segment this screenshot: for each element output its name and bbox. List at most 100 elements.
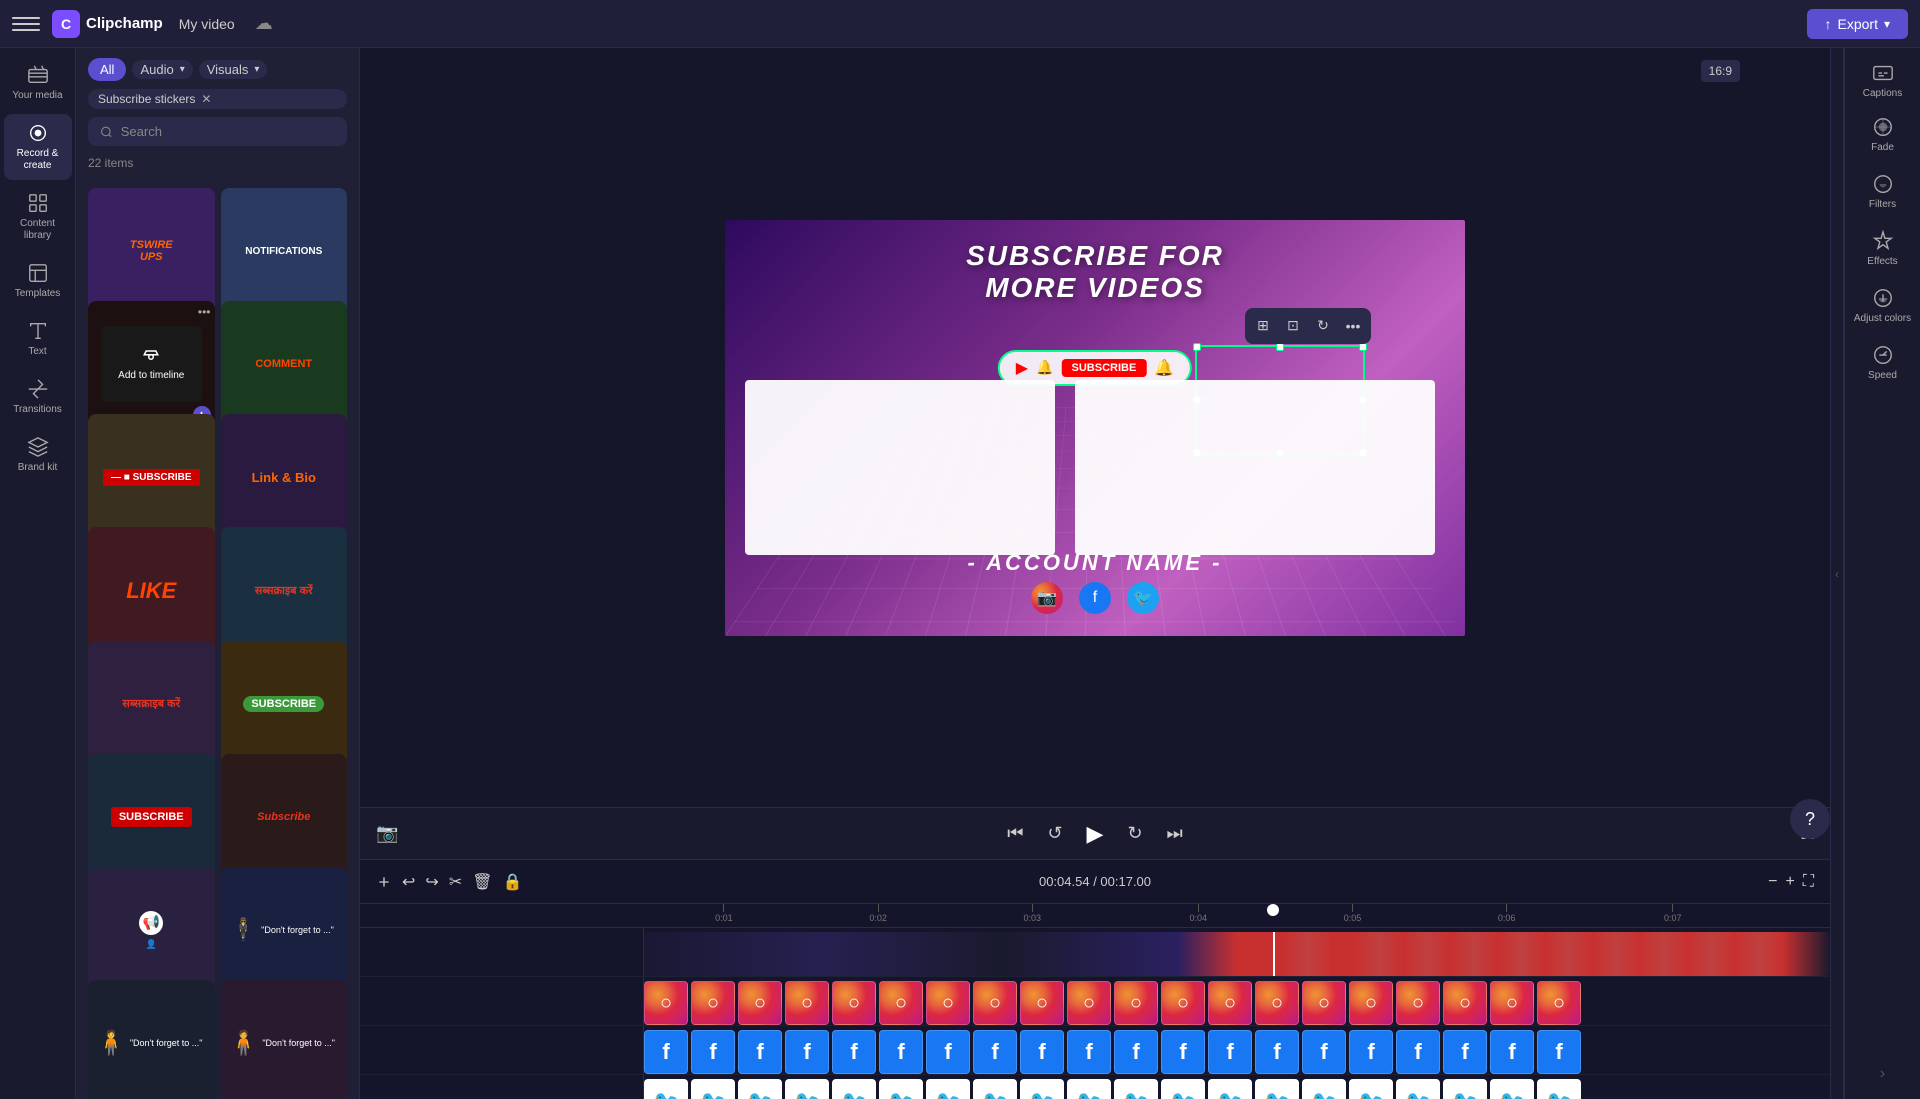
search-input[interactable] bbox=[121, 124, 335, 139]
rewind-5s-button[interactable]: ↺ bbox=[1047, 823, 1062, 844]
track-facebook-icon: f bbox=[1020, 1030, 1064, 1074]
zoom-out-button[interactable]: − bbox=[1768, 873, 1777, 891]
left-panel: All Audio ▾ Visuals ▾ Subscribe stickers… bbox=[76, 48, 360, 1099]
sticker-item[interactable]: LIKE bbox=[88, 527, 215, 654]
sidebar-item-brand-kit[interactable]: Brand kit bbox=[4, 428, 72, 482]
sticker-item[interactable]: COMMENT bbox=[221, 301, 348, 428]
more-options-button[interactable]: ••• bbox=[1339, 312, 1367, 340]
sidebar-item-content-library[interactable]: Contentlibrary bbox=[4, 184, 72, 250]
track-content-video[interactable] bbox=[644, 928, 1830, 976]
filters-label: Filters bbox=[1869, 199, 1896, 210]
white-panel-left bbox=[745, 380, 1055, 555]
filter-all[interactable]: All bbox=[88, 58, 126, 81]
cut-button[interactable]: ✂ bbox=[449, 872, 462, 892]
lock-button[interactable]: 🔒 bbox=[503, 872, 523, 892]
track-twitter-icon: 🐦 bbox=[1020, 1079, 1064, 1099]
track-facebook-icon: f bbox=[973, 1030, 1017, 1074]
speed-icon bbox=[1872, 344, 1894, 366]
forward-5s-button[interactable]: ↻ bbox=[1127, 823, 1142, 844]
skip-forward-button[interactable]: ⏭ bbox=[1167, 823, 1183, 844]
track-content-instagram[interactable]: ○ ○ ○ ○ ○ ○ ○ ○ ○ ○ ○ ○ ○ bbox=[644, 977, 1830, 1025]
video-preview-container: 16:9 SUBSCRIBE FOR MORE VIDEOS ▶ 🔔 SUBSC… bbox=[360, 48, 1830, 807]
sidebar-item-your-media[interactable]: Your media bbox=[4, 56, 72, 110]
ruler-mark-07: 0:07 bbox=[1664, 904, 1682, 923]
crop-button[interactable]: ⊞ bbox=[1249, 312, 1277, 340]
undo-button[interactable]: ↩ bbox=[402, 872, 415, 892]
track-content-facebook[interactable]: f f f f f f f f f f f f f bbox=[644, 1026, 1830, 1074]
white-panel-right bbox=[1075, 380, 1435, 555]
track-facebook-icon: f bbox=[1396, 1030, 1440, 1074]
track-facebook-icon: f bbox=[832, 1030, 876, 1074]
adjust-colors-panel-item[interactable]: Adjust colors bbox=[1849, 279, 1917, 332]
zoom-in-button[interactable]: + bbox=[1785, 873, 1794, 891]
track-twitter-icon: 🐦 bbox=[879, 1079, 923, 1099]
delete-button[interactable]: 🗑 bbox=[472, 872, 492, 892]
sticker-item[interactable]: Subscribe bbox=[221, 754, 348, 881]
playhead-marker[interactable] bbox=[1267, 904, 1279, 916]
sticker-item[interactable]: 🧍 "Don't forget to ..." bbox=[88, 980, 215, 1099]
sticker-item[interactable]: Add to timeline ••• + bbox=[88, 301, 215, 428]
loop-button[interactable]: ↻ bbox=[1309, 312, 1337, 340]
sidebar-item-record-create[interactable]: Record &create bbox=[4, 114, 72, 180]
hamburger-menu[interactable] bbox=[12, 10, 40, 38]
filters-panel-item[interactable]: Filters bbox=[1849, 165, 1917, 218]
track-twitter-icon: 🐦 bbox=[1161, 1079, 1205, 1099]
track-label-facebook bbox=[360, 1026, 644, 1074]
add-media-button[interactable] bbox=[376, 874, 392, 890]
video-title[interactable]: My video bbox=[179, 16, 235, 32]
redo-button[interactable]: ↪ bbox=[425, 872, 438, 892]
track-instagram-icon: ○ bbox=[644, 981, 688, 1025]
sticker-item[interactable]: Link & Bio bbox=[221, 414, 348, 541]
bell-icon: 🔔 bbox=[1036, 359, 1053, 376]
panel-collapse-handle[interactable]: ‹ bbox=[1830, 48, 1844, 1099]
aspect-ratio-button[interactable]: 16:9 bbox=[1701, 60, 1740, 82]
sticker-item[interactable]: 📢 👤 bbox=[88, 867, 215, 994]
filter-visuals[interactable]: Visuals ▾ bbox=[199, 60, 268, 79]
preview-button[interactable]: ⊡ bbox=[1279, 312, 1307, 340]
track-instagram-icon: ○ bbox=[973, 981, 1017, 1025]
sticker-item[interactable]: — ■ SUBSCRIBE bbox=[88, 414, 215, 541]
track-facebook-icon: f bbox=[738, 1030, 782, 1074]
sidebar-item-text[interactable]: Text bbox=[4, 312, 72, 366]
instagram-track-bar[interactable]: ○ ○ ○ ○ ○ ○ ○ ○ ○ ○ ○ ○ ○ bbox=[644, 981, 1830, 1025]
fit-to-screen-button[interactable]: ⛶ bbox=[1803, 873, 1814, 891]
facebook-track-bar[interactable]: f f f f f f f f f f f f f bbox=[644, 1030, 1830, 1074]
video-track-bar[interactable] bbox=[644, 932, 1830, 976]
sticker-item[interactable]: NOTIFICATIONS + bbox=[221, 188, 348, 315]
right-panel-collapse[interactable]: › bbox=[1880, 1065, 1885, 1083]
filter-audio[interactable]: Audio ▾ bbox=[132, 60, 192, 79]
help-button[interactable]: ? bbox=[1790, 799, 1830, 839]
track-content-twitter[interactable]: 🐦 🐦 🐦 🐦 🐦 🐦 🐦 🐦 🐦 🐦 🐦 🐦 bbox=[644, 1075, 1830, 1099]
sidebar-item-transitions[interactable]: Transitions bbox=[4, 370, 72, 424]
sidebar-label-templates: Templates bbox=[15, 288, 61, 300]
sticker-item[interactable]: tSWIREUPS bbox=[88, 188, 215, 315]
subscribe-button[interactable]: SUBSCRIBE bbox=[1062, 359, 1147, 377]
effects-panel-item[interactable]: Effects bbox=[1849, 222, 1917, 275]
export-button[interactable]: ↑ Export ▾ bbox=[1807, 9, 1909, 39]
resize-handle-tr[interactable] bbox=[1359, 343, 1367, 351]
track-facebook-icon: f bbox=[879, 1030, 923, 1074]
resize-handle-tm[interactable] bbox=[1276, 343, 1284, 351]
badge-close-button[interactable]: ✕ bbox=[201, 92, 211, 106]
camera-button[interactable]: 📷 bbox=[376, 823, 398, 844]
track-twitter-icon: 🐦 bbox=[1067, 1079, 1111, 1099]
sticker-item[interactable]: SUBSCRIBE bbox=[88, 754, 215, 881]
resize-handle-tl[interactable] bbox=[1193, 343, 1201, 351]
app-logo: C Clipchamp bbox=[52, 10, 163, 38]
ruler-mark-05: 0:05 bbox=[1344, 904, 1362, 923]
sticker-item[interactable]: 🧍 "Don't forget to ..." bbox=[221, 980, 348, 1099]
twitter-track-bar[interactable]: 🐦 🐦 🐦 🐦 🐦 🐦 🐦 🐦 🐦 🐦 🐦 🐦 bbox=[644, 1079, 1830, 1099]
skip-back-button[interactable]: ⏮ bbox=[1007, 823, 1023, 844]
sticker-item[interactable]: सब्सक्राइब करें bbox=[221, 527, 348, 654]
speed-panel-item[interactable]: Speed bbox=[1849, 336, 1917, 389]
fade-panel-item[interactable]: Fade bbox=[1849, 108, 1917, 161]
zoom-controls: − + ⛶ bbox=[1768, 873, 1814, 891]
sticker-item[interactable]: सब्सक्राइब करें bbox=[88, 641, 215, 768]
play-pause-button[interactable]: ▶ bbox=[1087, 821, 1104, 847]
topbar: C Clipchamp My video ☁ ↑ Export ▾ bbox=[0, 0, 1920, 48]
captions-button[interactable]: Captions bbox=[1855, 54, 1910, 107]
adjust-colors-icon bbox=[1872, 287, 1894, 309]
sticker-item[interactable]: SUBSCRIBE bbox=[221, 641, 348, 768]
sticker-item[interactable]: 🕴 "Don't forget to ..." bbox=[221, 867, 348, 994]
sidebar-item-templates[interactable]: Templates bbox=[4, 254, 72, 308]
